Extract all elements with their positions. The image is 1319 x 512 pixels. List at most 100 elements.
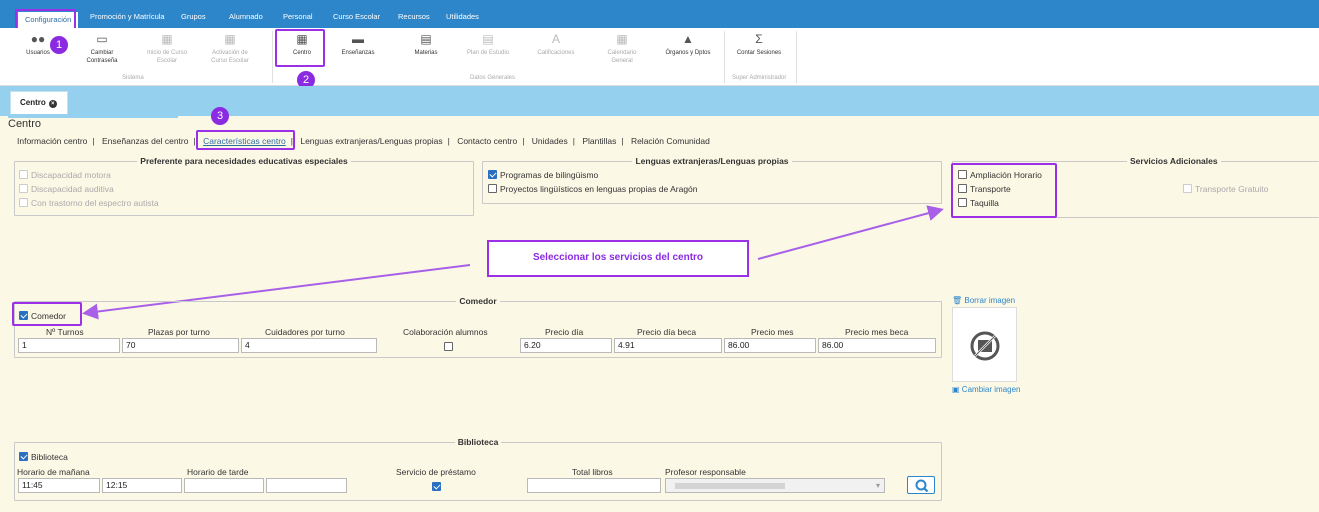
tab-relacion-comunidad[interactable]: Relación Comunidad: [631, 136, 710, 146]
label-precio-dia: Precio día: [545, 327, 584, 337]
select-profesor-responsable[interactable]: ▾: [665, 478, 885, 493]
annotation-highlight-comedor: [12, 302, 82, 326]
lenguas-fieldset: Lenguas extranjeras/Lenguas propias: [482, 156, 942, 204]
tab-informacion-centro[interactable]: Información centro: [17, 136, 87, 146]
search-button[interactable]: [907, 476, 935, 494]
ribbon-calificaciones-label: Calificaciones: [537, 50, 575, 56]
input-plazas-turno[interactable]: 70: [122, 338, 239, 353]
ribbon-organos-button[interactable]: ▲ Órganos y Dptos: [660, 33, 716, 58]
label-horario-tarde: Horario de tarde: [187, 467, 249, 477]
ribbon-inicio-label-2: Escolar: [156, 57, 177, 64]
tab-unidades[interactable]: Unidades: [532, 136, 568, 146]
cambiar-imagen-link[interactable]: ▣ Cambiar imagen: [952, 385, 1021, 394]
ribbon-calificaciones-button: A Calificaciones: [533, 33, 579, 58]
tab-contacto-centro[interactable]: Contacto centro: [457, 136, 517, 146]
checkbox-box[interactable]: [444, 342, 453, 351]
ribbon-separator: [796, 31, 797, 83]
subtab-bar: Información centro | Enseñanzas del centr…: [17, 136, 710, 146]
checkbox-box: [1183, 184, 1192, 193]
image-icon: ▣: [952, 385, 960, 394]
input-manana-hasta[interactable]: 12:15: [102, 478, 182, 493]
checkbox-box[interactable]: [488, 184, 497, 193]
menu-curso-escolar[interactable]: Curso Escolar: [333, 10, 380, 24]
menu-personal[interactable]: Personal: [283, 10, 313, 24]
label-plazas-turno: Plazas por turno: [148, 327, 210, 337]
label-total-libros: Total libros: [572, 467, 613, 477]
checkbox-colaboracion-alumnos[interactable]: [444, 342, 456, 352]
input-cuidadores-turno[interactable]: 4: [241, 338, 377, 353]
tab-plantillas[interactable]: Plantillas: [582, 136, 616, 146]
ribbon-materias-label: Materias: [414, 50, 438, 56]
input-precio-mes-beca[interactable]: 86.00: [818, 338, 936, 353]
checkbox-biblioteca[interactable]: Biblioteca: [19, 452, 68, 462]
nee-legend: Preferente para necesidades educativas e…: [140, 156, 348, 166]
document-tab-strip: [0, 86, 1319, 116]
ribbon-cambiar-contrasena-button[interactable]: ▭ Cambiar Contraseña: [80, 33, 124, 65]
checkbox-label: Discapacidad auditiva: [31, 184, 114, 194]
calendar-activate-icon: ▦: [224, 32, 236, 46]
checkbox-box-checked[interactable]: [488, 170, 497, 179]
input-tarde-desde[interactable]: [184, 478, 264, 493]
tab-ensenanzas-centro[interactable]: Enseñanzas del centro: [102, 136, 188, 146]
checkbox-discapacidad-motora: Discapacidad motora: [19, 170, 111, 180]
ribbon-usuarios-label: Usuarios: [26, 50, 50, 56]
ribbon-inicio-curso-button: ▦ Inicio de Curso Escolar: [142, 33, 192, 65]
ribbon-plan-label: Plan de Estudio: [466, 50, 510, 56]
menu-alumnado[interactable]: Alumnado: [229, 10, 263, 24]
checkbox-box-checked[interactable]: [19, 452, 28, 461]
label-precio-mes: Precio mes: [751, 327, 794, 337]
menu-promocion-matricula[interactable]: Promoción y Matrícula: [90, 10, 165, 24]
open-book-icon: ▤: [482, 32, 494, 46]
ribbon-activacion-label-2: Curso Escolar: [211, 57, 249, 64]
checkbox-proyectos-linguisticos[interactable]: Proyectos lingüísticos en lenguas propia…: [488, 184, 698, 194]
checkbox-label: Programas de bilingüismo: [500, 170, 599, 180]
no-image-icon: [970, 331, 1000, 361]
ribbon-organos-label: Órganos y Dptos: [665, 50, 711, 56]
input-turnos[interactable]: 1: [18, 338, 120, 353]
close-icon[interactable]: ×: [48, 100, 57, 108]
ribbon-materias-button[interactable]: ▤ Materias: [408, 33, 444, 58]
input-precio-dia[interactable]: 6.20: [520, 338, 612, 353]
checkbox-label: Discapacidad motora: [31, 170, 111, 180]
annotation-step-3: 3: [211, 107, 229, 125]
search-icon: [915, 479, 929, 493]
label-servicio-prestamo: Servicio de préstamo: [396, 467, 476, 477]
book-icon: ▤: [420, 32, 432, 46]
biblioteca-legend: Biblioteca: [457, 437, 499, 447]
checkbox-discapacidad-auditiva: Discapacidad auditiva: [19, 184, 114, 194]
image-placeholder: [952, 307, 1017, 382]
group-label-sistema: Sistema: [122, 75, 144, 81]
input-total-libros[interactable]: [527, 478, 661, 493]
input-tarde-hasta[interactable]: [266, 478, 347, 493]
tab-centro-label: Centro: [20, 98, 46, 107]
input-precio-dia-beca[interactable]: 4.91: [614, 338, 722, 353]
group-label-datos-generales: Datos Generales: [470, 75, 516, 81]
tab-centro[interactable]: Centro ×: [10, 91, 68, 114]
input-precio-mes[interactable]: 86.00: [724, 338, 816, 353]
label-precio-dia-beca: Precio día beca: [637, 327, 697, 337]
annotation-callout: Seleccionar los servicios del centro: [487, 240, 749, 277]
briefcase-icon: ▬: [352, 32, 364, 46]
calendar-start-icon: ▦: [161, 32, 173, 46]
cambiar-imagen-label: Cambiar imagen: [961, 385, 1021, 394]
checkbox-trastorno-autista: Con trastorno del espectro autista: [19, 198, 159, 208]
borrar-imagen-link[interactable]: 🗑 Borrar imagen: [952, 296, 1015, 305]
ribbon-cambiar-label-2: Contraseña: [86, 57, 118, 64]
input-manana-desde[interactable]: 11:45: [18, 478, 100, 493]
checkbox-box-checked[interactable]: [432, 482, 441, 491]
menu-grupos[interactable]: Grupos: [181, 10, 206, 24]
menu-recursos[interactable]: Recursos: [398, 10, 430, 24]
checkbox-label: Con trastorno del espectro autista: [31, 198, 159, 208]
tab-lenguas[interactable]: Lenguas extranjeras/Lenguas propias: [300, 136, 442, 146]
comedor-legend: Comedor: [459, 296, 497, 306]
menu-utilidades[interactable]: Utilidades: [446, 10, 479, 24]
ribbon-ensenanzas-button[interactable]: ▬ Enseñanzas: [335, 33, 381, 58]
checkbox-programas-bilinguismo[interactable]: Programas de bilingüismo: [488, 170, 598, 180]
checkbox-box: [19, 198, 28, 207]
label-precio-mes-beca: Precio mes beca: [845, 327, 909, 337]
ribbon-contar-sesiones-button[interactable]: Σ Contar Sesiones: [733, 33, 785, 58]
checkbox-servicio-prestamo[interactable]: [432, 482, 444, 492]
ribbon-toolbar: ●● Usuarios ▭ Cambiar Contraseña ▦ Inici…: [0, 28, 1319, 86]
checkbox-box: [19, 184, 28, 193]
ribbon-cambiar-label-1: Cambiar: [90, 50, 114, 56]
